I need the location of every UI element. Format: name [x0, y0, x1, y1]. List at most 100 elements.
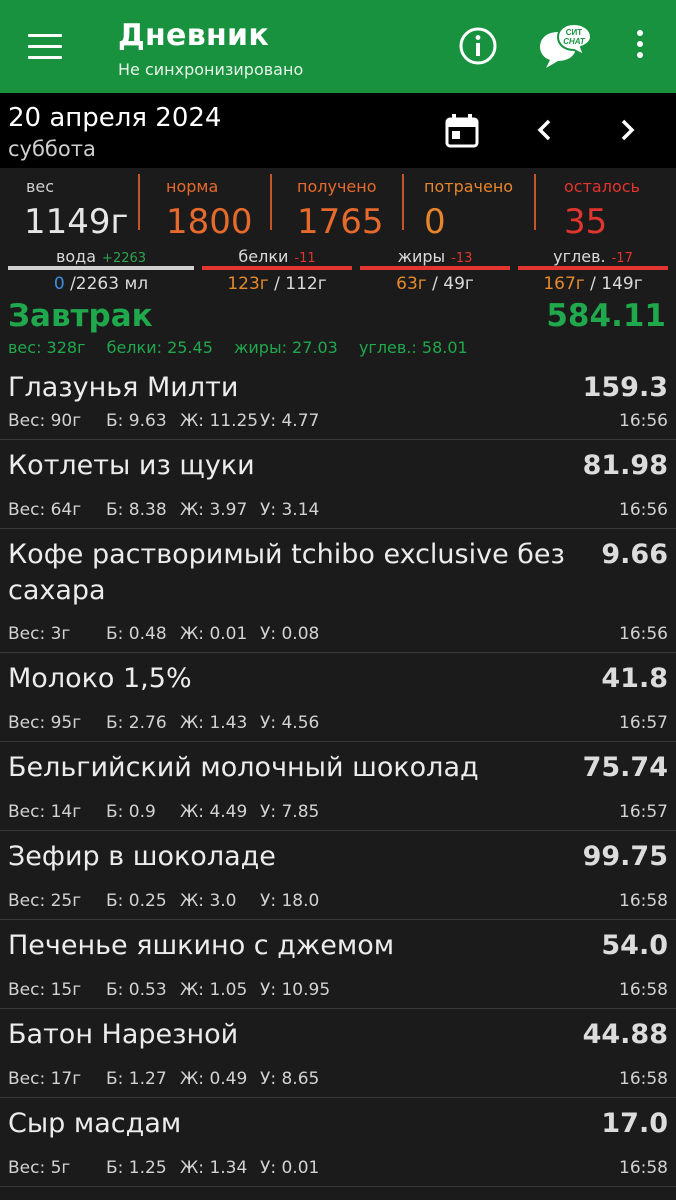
summary-spent: потрачено 0: [404, 168, 534, 242]
summary-value: 1765: [297, 202, 384, 242]
food-weight: Вес: 3г: [8, 624, 71, 644]
macro-label: белки: [238, 247, 289, 266]
food-macros: Вес: 95г Б: 2.76 Ж: 1.43 У: 4.56: [8, 713, 319, 733]
food-time: 16:57: [619, 713, 668, 733]
macro-target: /2263 мл: [70, 274, 149, 294]
food-weight: Вес: 95г: [8, 713, 82, 733]
food-weight: Вес: 5г: [8, 1158, 71, 1178]
food-fat: Ж: 3.0: [180, 891, 237, 911]
food-name: Сыр масдам: [8, 1108, 182, 1139]
chat-icon-text-top: СИТ: [566, 28, 583, 37]
food-carbs: У: 4.56: [260, 713, 320, 733]
food-weight: Вес: 17г: [8, 1069, 82, 1089]
food-carbs: У: 8.65: [260, 1069, 320, 1089]
macro-label: углев.: [553, 247, 606, 266]
food-carbs: У: 4.77: [260, 411, 320, 431]
food-protein: Б: 8.38: [106, 500, 167, 520]
macro-bar: [8, 266, 194, 270]
food-protein: Б: 2.76: [106, 713, 167, 733]
summary-remaining: осталось 35: [536, 168, 676, 242]
macro-delta: +2263: [102, 251, 147, 266]
app-bar: Дневник Не синхронизировано СИТ CHAT: [0, 0, 676, 93]
food-item[interactable]: Котлеты из щуки 81.98 Вес: 64г Б: 8.38 Ж: …: [0, 440, 676, 529]
food-item[interactable]: Кофе растворимый tchibo exclusive без са…: [0, 529, 676, 653]
macro-protein: белки -11 123г / 112г: [202, 240, 352, 298]
food-fat: Ж: 4.49: [180, 802, 248, 822]
food-item[interactable]: Бельгийский молочный шоколад 75.74 Вес: …: [0, 742, 676, 831]
chat-icon[interactable]: СИТ CHAT: [536, 22, 594, 70]
macro-fat: жиры -13 63г / 49г: [360, 240, 510, 298]
food-protein: Б: 9.63: [106, 411, 167, 431]
food-name: Бельгийский молочный шоколад: [8, 752, 479, 783]
date-label[interactable]: 20 апреля 2024: [8, 103, 221, 133]
food-macros: Вес: 25г Б: 0.25 Ж: 3.0 У: 18.0: [8, 891, 319, 911]
food-macros: Вес: 14г Б: 0.9 Ж: 4.49 У: 7.85: [8, 802, 319, 822]
food-fat: Ж: 1.05: [180, 980, 248, 1000]
summary-label: потрачено: [424, 177, 514, 196]
calorie-summary: вес 1149г норма 1800 получено 1765 потра…: [0, 168, 676, 242]
food-name: Кофе растворимый tchibo exclusive без са…: [8, 539, 565, 606]
food-kcal: 75.74: [582, 752, 668, 783]
food-macros: Вес: 5г Б: 1.25 Ж: 1.34 У: 0.01: [8, 1158, 319, 1178]
food-time: 16:58: [619, 1069, 668, 1089]
info-icon[interactable]: [458, 26, 498, 66]
food-kcal: 81.98: [582, 450, 668, 481]
food-kcal: 159.3: [582, 372, 668, 403]
food-macros: Вес: 90г Б: 9.63 Ж: 11.25 У: 4.77: [8, 411, 319, 431]
date-bar: 20 апреля 2024 суббота: [0, 93, 676, 168]
food-item[interactable]: Молоко 1,5% 41.8 Вес: 95г Б: 2.76 Ж: 1.43 У…: [0, 653, 676, 742]
food-name: Молоко 1,5%: [8, 663, 192, 694]
macro-current: 63г: [396, 274, 427, 294]
macro-current: 0: [53, 274, 65, 294]
food-item[interactable]: Глазунья Милти 159.3 Вес: 90г Б: 9.63 Ж: 1…: [0, 362, 676, 440]
macro-delta: -11: [294, 251, 316, 266]
chat-icon-text-bottom: CHAT: [563, 37, 586, 46]
food-carbs: У: 18.0: [260, 891, 320, 911]
food-kcal: 44.88: [582, 1019, 668, 1050]
food-macros: Вес: 3г Б: 0.48 Ж: 0.01 У: 0.08: [8, 624, 319, 644]
food-fat: Ж: 1.34: [180, 1158, 248, 1178]
meal-title[interactable]: Завтрак: [8, 298, 153, 334]
food-item[interactable]: Зефир в шоколаде 99.75 Вес: 25г Б: 0.25 Ж:…: [0, 831, 676, 920]
calendar-icon[interactable]: [444, 113, 480, 149]
food-name: Котлеты из щуки: [8, 450, 255, 481]
food-kcal: 41.8: [601, 663, 668, 694]
macro-label: жиры: [397, 247, 446, 266]
food-weight: Вес: 90г: [8, 411, 82, 431]
weekday-label: суббота: [8, 137, 96, 161]
meal-protein: белки: 25.45: [106, 338, 213, 357]
food-item[interactable]: Печенье яшкино с джемом 54.0 Вес: 15г Б: …: [0, 920, 676, 1009]
macro-target: / 149г: [590, 274, 643, 294]
food-fat: Ж: 3.97: [180, 500, 248, 520]
summary-weight: вес 1149г: [0, 168, 136, 242]
menu-icon[interactable]: [28, 34, 62, 60]
food-fat: Ж: 0.49: [180, 1069, 248, 1089]
summary-value: 35: [564, 202, 608, 242]
food-kcal: 99.75: [582, 841, 668, 872]
more-options-icon[interactable]: [634, 30, 646, 64]
macro-delta: -17: [611, 251, 633, 266]
food-protein: Б: 0.53: [106, 980, 167, 1000]
food-protein: Б: 0.48: [106, 624, 167, 644]
summary-label: осталось: [564, 177, 640, 196]
food-macros: Вес: 17г Б: 1.27 Ж: 0.49 У: 8.65: [8, 1069, 319, 1089]
chevron-left-icon[interactable]: [530, 115, 560, 145]
food-item[interactable]: Сыр масдам 17.0 Вес: 5г Б: 1.25 Ж: 1.34 У: …: [0, 1098, 676, 1187]
food-name: Печенье яшкино с джемом: [8, 930, 395, 961]
macro-target: / 49г: [432, 274, 474, 294]
food-kcal: 54.0: [601, 930, 668, 961]
food-protein: Б: 0.25: [106, 891, 167, 911]
chevron-right-icon[interactable]: [612, 115, 642, 145]
macro-water: вода +2263 0 /2263 мл: [8, 240, 194, 298]
food-item[interactable]: Батон Нарезной 44.88 Вес: 17г Б: 1.27 Ж: 0…: [0, 1009, 676, 1098]
macro-delta: -13: [451, 251, 473, 266]
food-kcal: 9.66: [601, 539, 668, 570]
food-name: Зефир в шоколаде: [8, 841, 276, 872]
food-carbs: У: 7.85: [260, 802, 320, 822]
summary-norm: норма 1800: [140, 168, 270, 242]
macro-carbs: углев. -17 167г / 149г: [518, 240, 668, 298]
food-time: 16:58: [619, 1158, 668, 1178]
food-fat: Ж: 1.43: [180, 713, 248, 733]
food-time: 16:58: [619, 980, 668, 1000]
macro-target: / 112г: [274, 274, 327, 294]
